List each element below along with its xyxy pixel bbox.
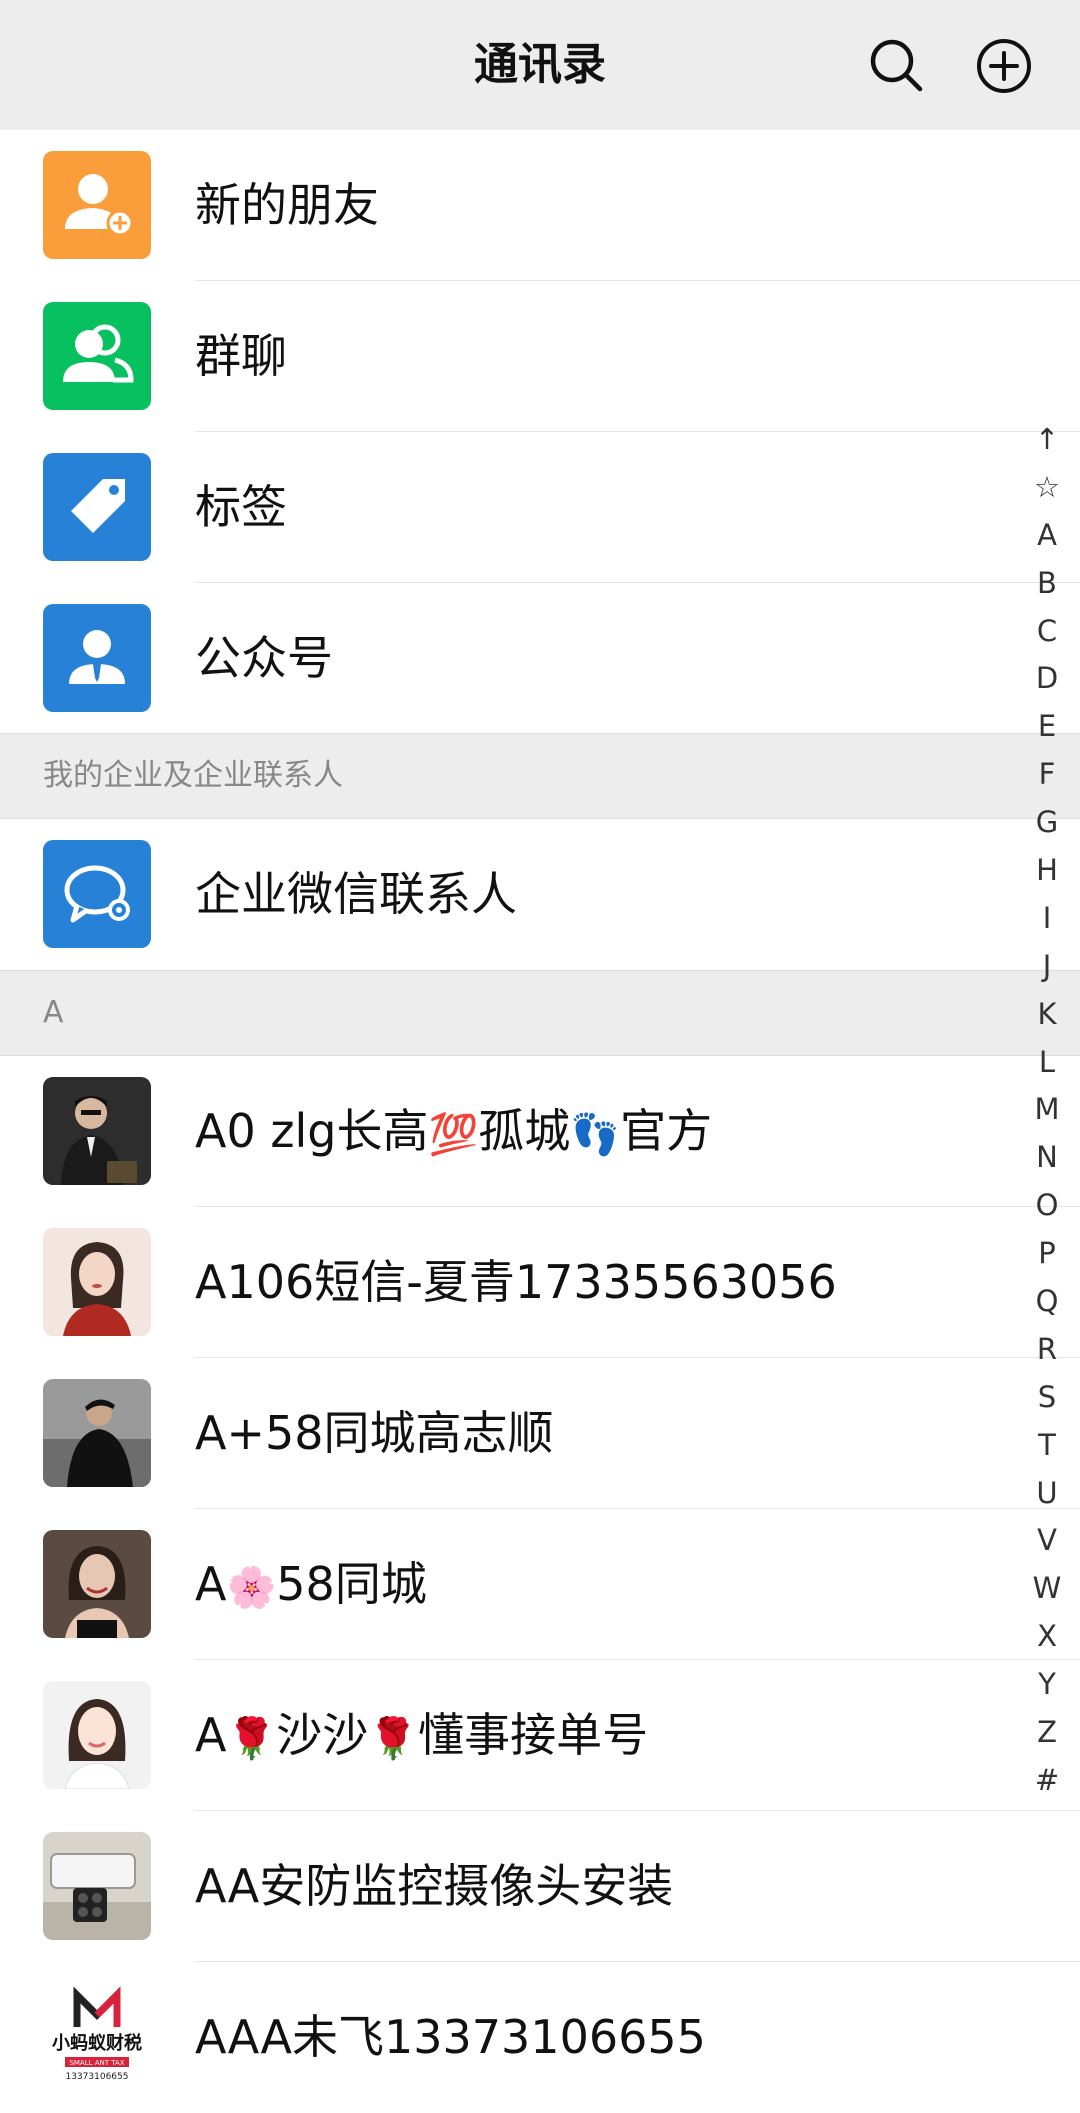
- contact-row[interactable]: A🌸58同城: [0, 1509, 1080, 1660]
- section-label: 我的企业及企业联系人: [43, 758, 343, 793]
- menu-label: 公众号: [195, 631, 333, 685]
- index-letter-j[interactable]: J: [1022, 943, 1072, 991]
- index-letter-z[interactable]: Z: [1022, 1709, 1072, 1757]
- avatar: [43, 1832, 151, 1940]
- menu-wecom-contacts[interactable]: 企业微信联系人: [0, 819, 1080, 970]
- menu-label: 群聊: [195, 329, 287, 383]
- avatar: 小蚂蚁财税 SMALL ANT TAX 13373106655: [43, 1983, 151, 2091]
- contact-name: A🌸58同城: [195, 1557, 427, 1611]
- index-letter-p[interactable]: P: [1022, 1230, 1072, 1278]
- avatar: [43, 1228, 151, 1336]
- index-letter-r[interactable]: R: [1022, 1326, 1072, 1374]
- index-letter-m[interactable]: M: [1022, 1086, 1072, 1134]
- index-letter-h[interactable]: H: [1022, 847, 1072, 895]
- index-letter-b[interactable]: B: [1022, 560, 1072, 608]
- contact-row[interactable]: A106短信-夏青17335563056: [0, 1207, 1080, 1358]
- menu-new-friends[interactable]: 新的朋友: [0, 130, 1080, 281]
- alphabet-index-bar[interactable]: ↑ ☆ A B C D E F G H I J K L M N O P Q R …: [1022, 416, 1072, 1805]
- index-top-arrow[interactable]: ↑: [1022, 416, 1072, 464]
- plus-circle-icon[interactable]: [975, 37, 1033, 95]
- svg-text:SMALL ANT TAX: SMALL ANT TAX: [69, 2059, 124, 2067]
- section-header-enterprise: 我的企业及企业联系人: [0, 733, 1080, 819]
- menu-label: 新的朋友: [195, 178, 379, 232]
- top-bar: 通讯录: [0, 0, 1080, 130]
- index-letter-u[interactable]: U: [1022, 1470, 1072, 1518]
- index-letter-s[interactable]: S: [1022, 1374, 1072, 1422]
- avatar: [43, 1379, 151, 1487]
- tag-icon: [43, 453, 151, 561]
- index-letter-e[interactable]: E: [1022, 703, 1072, 751]
- contact-row[interactable]: A🌹沙沙🌹懂事接单号: [0, 1660, 1080, 1811]
- contact-name: AA安防监控摄像头安装: [195, 1859, 674, 1913]
- contact-name: A106短信-夏青17335563056: [195, 1255, 837, 1309]
- menu-official-accounts[interactable]: 公众号: [0, 583, 1080, 734]
- index-letter-k[interactable]: K: [1022, 991, 1072, 1039]
- index-letter-n[interactable]: N: [1022, 1134, 1072, 1182]
- contact-name: A🌹沙沙🌹懂事接单号: [195, 1708, 649, 1762]
- search-icon[interactable]: [868, 37, 926, 95]
- index-letter-t[interactable]: T: [1022, 1422, 1072, 1470]
- contact-row[interactable]: 小蚂蚁财税 SMALL ANT TAX 13373106655 AAA未飞133…: [0, 1962, 1080, 2113]
- company-logo: 小蚂蚁财税 SMALL ANT TAX 13373106655: [43, 1983, 151, 2091]
- index-letter-g[interactable]: G: [1022, 799, 1072, 847]
- avatar: [43, 1077, 151, 1185]
- index-letter-o[interactable]: O: [1022, 1182, 1072, 1230]
- contact-name: AAA未飞13373106655: [195, 2010, 706, 2064]
- index-hash[interactable]: #: [1022, 1757, 1072, 1805]
- index-letter-a[interactable]: A: [1022, 512, 1072, 560]
- section-label: A: [43, 995, 64, 1030]
- menu-tags[interactable]: 标签: [0, 432, 1080, 583]
- index-letter-i[interactable]: I: [1022, 895, 1072, 943]
- contact-row[interactable]: AA安防监控摄像头安装: [0, 1811, 1080, 1962]
- index-letter-w[interactable]: W: [1022, 1565, 1072, 1613]
- contact-name: A0 zlg长高💯孤城👣官方: [195, 1104, 713, 1158]
- index-letter-d[interactable]: D: [1022, 655, 1072, 703]
- group-chat-icon: [43, 302, 151, 410]
- avatar: [43, 1681, 151, 1789]
- index-letter-q[interactable]: Q: [1022, 1278, 1072, 1326]
- index-letter-f[interactable]: F: [1022, 751, 1072, 799]
- avatar: [43, 1530, 151, 1638]
- svg-text:13373106655: 13373106655: [66, 2072, 129, 2082]
- menu-label: 标签: [195, 480, 287, 534]
- index-letter-v[interactable]: V: [1022, 1517, 1072, 1565]
- index-letter-c[interactable]: C: [1022, 608, 1072, 656]
- wecom-contacts-icon: [43, 840, 151, 948]
- menu-label: 企业微信联系人: [195, 867, 517, 921]
- contact-name: A+58同城高志顺: [195, 1406, 554, 1460]
- index-letter-l[interactable]: L: [1022, 1039, 1072, 1087]
- index-star[interactable]: ☆: [1022, 464, 1072, 512]
- index-letter-y[interactable]: Y: [1022, 1661, 1072, 1709]
- contact-row[interactable]: A0 zlg长高💯孤城👣官方: [0, 1056, 1080, 1207]
- contact-row[interactable]: A+58同城高志顺: [0, 1358, 1080, 1509]
- svg-text:小蚂蚁财税: 小蚂蚁财税: [52, 2032, 142, 2054]
- add-friend-icon: [43, 151, 151, 259]
- index-letter-x[interactable]: X: [1022, 1613, 1072, 1661]
- official-account-icon: [43, 604, 151, 712]
- section-header-letter: A: [0, 970, 1080, 1056]
- menu-group-chats[interactable]: 群聊: [0, 281, 1080, 432]
